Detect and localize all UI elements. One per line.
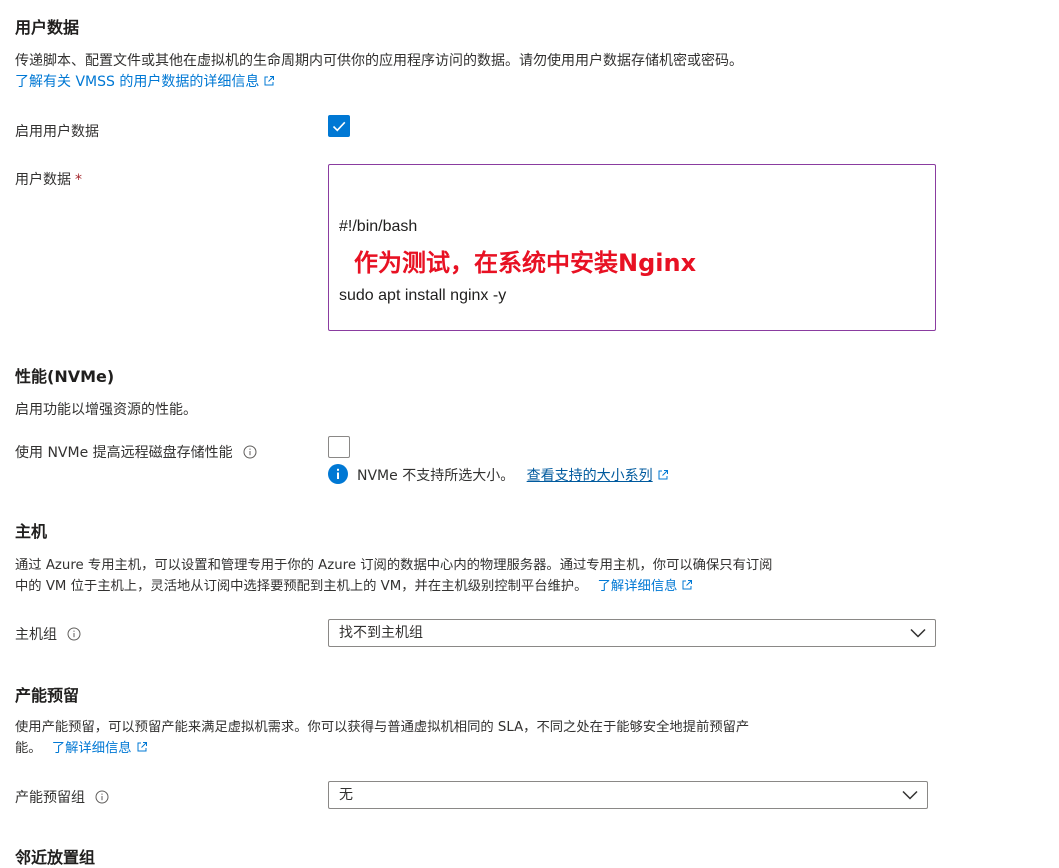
enable-user-data-label: 启用用户数据 — [15, 124, 99, 140]
capacity-group-label: 产能预留组 — [15, 787, 109, 807]
capacity-learn-link[interactable]: 了解详细信息 — [52, 741, 132, 756]
user-data-heading: 用户数据 — [15, 18, 80, 37]
nvme-label: 使用 NVMe 提高远程磁盘存储性能 — [15, 442, 257, 462]
nvme-checkbox[interactable] — [328, 436, 350, 458]
external-link-icon — [264, 76, 275, 86]
proximity-heading: 邻近放置组 — [15, 848, 96, 867]
info-filled-icon — [328, 464, 348, 484]
capacity-heading: 产能预留 — [15, 686, 80, 705]
checkmark-icon — [332, 121, 346, 132]
host-group-selected-value: 找不到主机组 — [339, 625, 423, 641]
host-group-dropdown[interactable]: 找不到主机组 — [328, 619, 936, 647]
chevron-down-icon — [910, 628, 926, 638]
external-link-icon — [682, 580, 693, 590]
required-asterisk: * — [75, 172, 82, 188]
annotation-text: 作为测试，在系统中安装Nginx — [354, 249, 697, 277]
host-group-label-text: 主机组 — [15, 627, 57, 643]
enable-user-data-checkbox[interactable] — [328, 115, 350, 137]
host-description-line2: 中的 VM 位于主机上，灵活地从订阅中选择要预配到主机上的 VM，并在主机级别控… — [15, 575, 693, 594]
user-data-learn-more[interactable]: 了解有关 VMSS 的用户数据的详细信息 — [15, 71, 275, 91]
capacity-description-text: 能。 — [15, 741, 42, 756]
chevron-down-icon — [902, 790, 918, 800]
performance-heading: 性能(NVMe) — [15, 367, 115, 386]
capacity-description-line2: 能。 了解详细信息 — [15, 737, 148, 756]
nvme-label-text: 使用 NVMe 提高远程磁盘存储性能 — [15, 445, 233, 461]
user-data-line-2: sudo apt install nginx -y — [339, 287, 507, 304]
host-heading: 主机 — [15, 522, 48, 541]
host-group-label: 主机组 — [15, 624, 81, 644]
user-data-label-text: 用户数据 — [15, 172, 71, 188]
external-link-icon — [658, 470, 668, 480]
supported-sizes-link[interactable]: 查看支持的大小系列 — [527, 468, 653, 484]
host-description-text: 中的 VM 位于主机上，灵活地从订阅中选择要预配到主机上的 VM，并在主机级别控… — [15, 579, 588, 594]
info-tooltip-icon[interactable] — [95, 790, 109, 804]
user-data-learn-link[interactable]: 了解有关 VMSS 的用户数据的详细信息 — [15, 74, 259, 90]
capacity-group-label-text: 产能预留组 — [15, 790, 85, 806]
capacity-group-dropdown[interactable]: 无 — [328, 781, 928, 809]
info-tooltip-icon[interactable] — [243, 445, 257, 459]
user-data-description: 传递脚本、配置文件或其他在虚拟机的生命周期内可供你的应用程序访问的数据。请勿使用… — [15, 53, 743, 69]
capacity-description-line1: 使用产能预留，可以预留产能来满足虚拟机需求。你可以获得与普通虚拟机相同的 SLA… — [15, 720, 750, 735]
host-learn-link[interactable]: 了解详细信息 — [598, 579, 678, 594]
info-tooltip-icon[interactable] — [67, 627, 81, 641]
capacity-group-selected-value: 无 — [339, 787, 353, 803]
performance-description: 启用功能以增强资源的性能。 — [15, 402, 197, 418]
user-data-line-1: #!/bin/bash — [339, 218, 418, 235]
external-link-icon — [137, 742, 147, 752]
nvme-info-message: NVMe 不支持所选大小。 查看支持的大小系列 — [357, 465, 669, 485]
nvme-info-text: NVMe 不支持所选大小。 — [357, 468, 515, 484]
host-description-line1: 通过 Azure 专用主机，可以设置和管理专用于你的 Azure 订阅的数据中心… — [15, 558, 773, 573]
user-data-label: 用户数据 * — [15, 169, 82, 189]
